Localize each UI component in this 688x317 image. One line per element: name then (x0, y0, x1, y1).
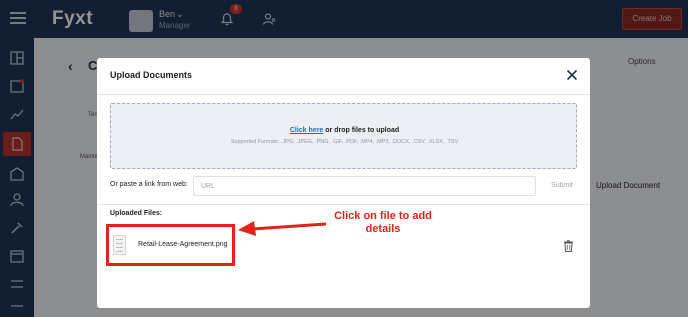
uploaded-file-item[interactable]: Retail-Lease-Agreement.png (110, 228, 232, 263)
upload-documents-modal: Upload Documents Click here or drop file… (97, 58, 590, 308)
file-dropzone[interactable]: Click here or drop files to upload Suppo… (110, 103, 577, 169)
supported-formats: Supported Formats: .JPG, .JPEG, .PNG, .G… (230, 139, 459, 145)
annotation-line-1: Click on file to add (334, 210, 432, 222)
paste-link-label: Or paste a link from web: (110, 181, 188, 188)
dropzone-text: or drop files to upload (323, 127, 400, 134)
dropzone-instruction: Click here or drop files to upload (111, 127, 578, 134)
uploaded-files-label: Uploaded Files: (110, 210, 163, 217)
file-thumbnail (113, 235, 126, 255)
annotation-line-2: details (365, 223, 401, 235)
divider (97, 204, 590, 205)
modal-title: Upload Documents (110, 70, 193, 80)
annotation-text: Click on file to add details (324, 210, 442, 236)
url-input[interactable] (193, 176, 536, 196)
annotation-arrow (238, 221, 327, 236)
submit-button[interactable]: Submit (544, 179, 580, 193)
click-here-link[interactable]: Click here (290, 127, 323, 134)
close-icon[interactable] (565, 68, 579, 82)
divider (97, 94, 590, 95)
trash-icon[interactable] (563, 240, 574, 252)
file-name[interactable]: Retail-Lease-Agreement.png (138, 241, 228, 248)
